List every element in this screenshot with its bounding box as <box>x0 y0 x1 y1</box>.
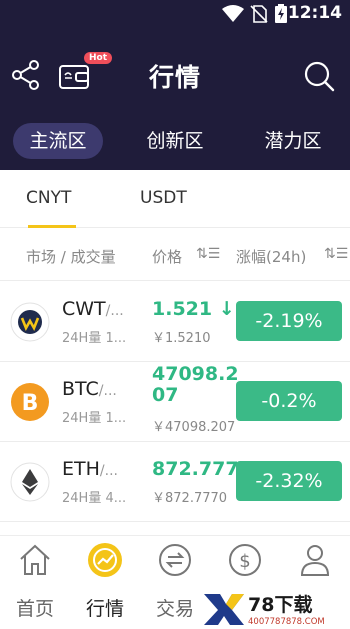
zone-tabs: 主流区 创新区 潜力区 <box>0 123 350 159</box>
market-header: Hot 行情 主流区 创新区 潜力区 <box>0 26 350 170</box>
battery-charging-icon <box>275 4 287 23</box>
price-down-arrow-icon: ↓ <box>218 298 235 320</box>
status-bar: 12:14 <box>0 0 350 26</box>
trade-exchange-icon <box>159 544 191 576</box>
coin-price: 1.521 ↓ <box>152 298 235 320</box>
coin-symbol: ETH/... <box>62 458 118 480</box>
zone-tab-potential[interactable]: 潜力区 <box>248 123 338 159</box>
coin-price-cny: ￥1.5210 <box>152 331 211 346</box>
zone-tab-innovation[interactable]: 创新区 <box>130 123 220 159</box>
wifi-icon <box>222 5 244 22</box>
home-icon <box>20 544 50 575</box>
svg-text:4007787878.COM: 4007787878.COM <box>248 617 325 627</box>
coin-symbol: CWT/... <box>62 298 124 320</box>
watermark-logo: 78下载 4007787878.COM <box>200 590 350 629</box>
table-row[interactable]: ETH/... 24H量 4... 872.777 ￥872.7770 -2.3… <box>0 442 350 522</box>
cwt-logo-icon <box>10 302 50 342</box>
zone-tab-main[interactable]: 主流区 <box>13 123 103 159</box>
tab-cnyt[interactable]: CNYT <box>26 188 71 208</box>
price-sort-icon[interactable]: ⇅☰ <box>196 246 220 262</box>
svg-text:78下载: 78下载 <box>248 593 312 616</box>
table-row[interactable]: CWT/... 24H量 1... 1.521 ↓ ￥1.5210 -2.19% <box>0 282 350 362</box>
column-market: 市场 / 成交量 <box>26 248 116 266</box>
search-icon[interactable] <box>302 59 336 93</box>
coin-price-cny: ￥872.7770 <box>152 491 228 506</box>
coin-price-cny: ￥47098.207 <box>152 420 236 435</box>
coin-price: 47098.2 07 <box>152 363 239 406</box>
dollar-coin-icon: $ <box>229 544 261 576</box>
coin-symbol: BTC/... <box>62 378 117 400</box>
svg-text:$: $ <box>239 551 250 572</box>
tab-usdt[interactable]: USDT <box>140 188 187 208</box>
coin-volume: 24H量 1... <box>62 411 127 426</box>
bitcoin-logo-icon: B <box>11 383 49 421</box>
change-badge[interactable]: -0.2% <box>236 381 342 421</box>
active-tab-indicator <box>28 225 76 228</box>
tab-market[interactable]: 行情 <box>70 536 140 629</box>
coin-volume: 24H量 1... <box>62 331 127 346</box>
column-change[interactable]: 涨幅(24h) <box>236 246 306 267</box>
market-chart-icon <box>88 543 122 577</box>
no-sim-icon <box>250 5 268 23</box>
page-title: 行情 <box>148 63 201 92</box>
svg-text:B: B <box>22 391 39 416</box>
status-icons <box>222 4 288 24</box>
change-sort-icon[interactable]: ⇅☰ <box>324 246 348 262</box>
tab-home[interactable]: 首页 <box>0 536 70 629</box>
change-badge[interactable]: -2.32% <box>236 461 342 501</box>
currency-tabs: CNYT USDT <box>0 170 350 228</box>
ethereum-logo-icon <box>10 462 50 502</box>
column-headers: 市场 / 成交量 价格 ⇅☰ 涨幅(24h) ⇅☰ <box>0 229 350 281</box>
change-badge[interactable]: -2.19% <box>236 301 342 341</box>
column-price[interactable]: 价格 <box>152 246 182 267</box>
coin-volume: 24H量 4... <box>62 491 127 506</box>
coin-price: 872.777 <box>152 458 239 480</box>
user-icon <box>300 545 330 576</box>
status-time: 12:14 <box>287 3 342 23</box>
table-row[interactable]: B BTC/... 24H量 1... 47098.2 07 ￥47098.207… <box>0 362 350 442</box>
